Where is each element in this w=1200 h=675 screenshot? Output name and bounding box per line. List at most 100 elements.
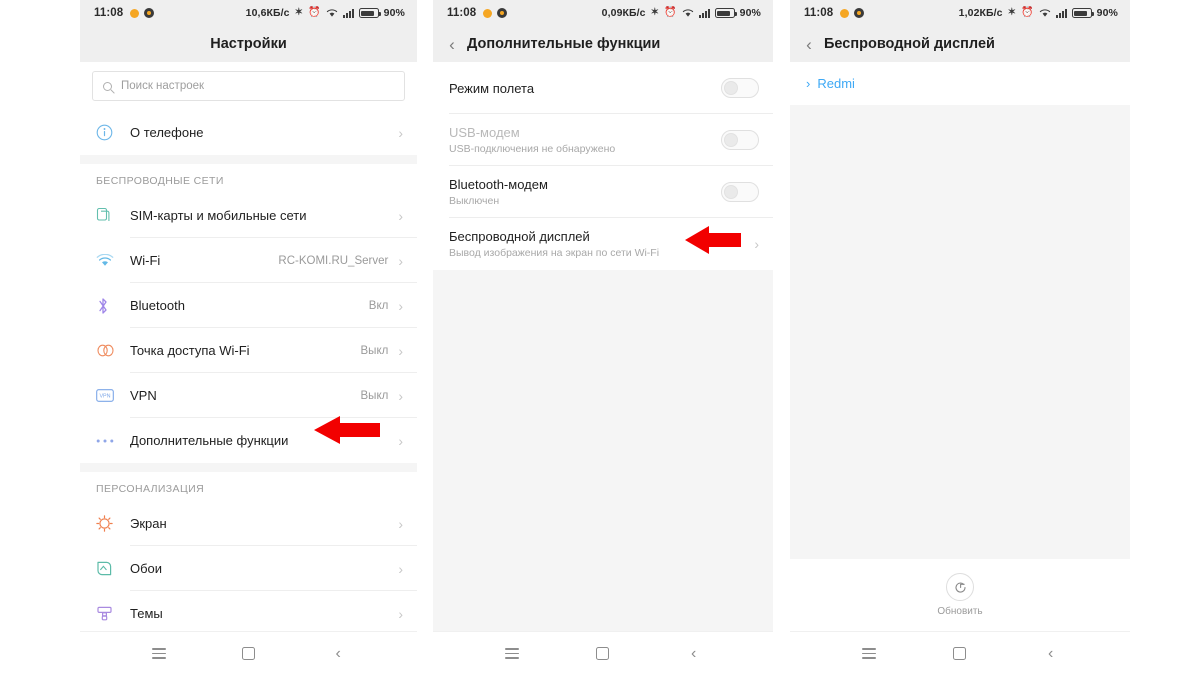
home-icon[interactable] (228, 639, 268, 669)
wifi-icon (682, 9, 693, 17)
menu-icon[interactable] (492, 639, 532, 669)
list-item-vpn[interactable]: VPN VPN Выкл › (80, 373, 417, 418)
status-left-icons (130, 8, 155, 18)
list-item-sublabel: Выключен (449, 195, 500, 207)
section-divider (80, 463, 417, 472)
row-text: Режим полета (449, 81, 721, 96)
list-item-label: Bluetooth (130, 298, 185, 313)
dark-dot-icon (497, 8, 508, 18)
list-item-airplane-mode[interactable]: Режим полета (433, 62, 773, 114)
navigation-bar: ‹ (80, 631, 417, 675)
alarm-icon: ⏰ (664, 7, 677, 18)
list-item-about-phone[interactable]: О телефоне › (80, 110, 417, 155)
battery-percent: 90% (383, 7, 405, 19)
status-bar: 11:08 10,6КБ/c ✶ ⏰ 90% (80, 0, 417, 26)
list-item-label: VPN (130, 388, 157, 403)
list-item-bluetooth[interactable]: Bluetooth Вкл › (80, 283, 417, 328)
back-button[interactable]: ‹ (433, 36, 467, 53)
status-time: 11:08 (94, 7, 124, 19)
list-item-value: Вкл (368, 299, 389, 312)
row-text: USB-модем USB-подключения не обнаружено (449, 125, 721, 155)
vpn-icon: VPN (96, 389, 130, 402)
back-icon[interactable]: ‹ (318, 639, 358, 669)
search-placeholder: Поиск настроек (121, 80, 205, 92)
bluetooth-icon: ✶ (1007, 7, 1017, 18)
section-header-wireless: БЕСПРОВОДНЫЕ СЕТИ (80, 164, 417, 193)
display-icon (96, 515, 130, 532)
row-text: Bluetooth-модем Выключен (449, 177, 721, 207)
svg-text:VPN: VPN (99, 394, 110, 400)
navigation-bar: ‹ (433, 631, 773, 675)
search-input[interactable]: Поиск настроек (92, 71, 405, 101)
alarm-icon: ⏰ (308, 7, 321, 18)
signal-icon (1055, 8, 1067, 18)
list-item-wifi[interactable]: Wi-Fi RC-KOMI.RU_Server › (80, 238, 417, 283)
status-time: 11:08 (804, 7, 834, 19)
more-options-icon (96, 438, 130, 444)
list-item-label: Точка доступа Wi-Fi (130, 343, 250, 358)
bluetooth-tethering-toggle[interactable] (721, 182, 759, 202)
list-item-bluetooth-tethering[interactable]: Bluetooth-модем Выключен (433, 166, 773, 218)
list-item-value: Выкл (360, 389, 389, 402)
status-net-speed: 0,09КБ/c (601, 7, 646, 19)
chevron-right-icon: › (398, 342, 403, 359)
list-item-display[interactable]: Экран › (80, 501, 417, 546)
status-time: 11:08 (447, 7, 477, 19)
list-item-hotspot[interactable]: Точка доступа Wi-Fi Выкл › (80, 328, 417, 373)
menu-icon[interactable] (849, 639, 889, 669)
chevron-right-icon: › (398, 515, 403, 532)
battery-icon (714, 8, 737, 18)
dark-dot-icon (144, 8, 155, 18)
orange-dot-icon (840, 8, 850, 18)
status-right-icons: 10,6КБ/c ✶ ⏰ 90% (246, 7, 405, 19)
signal-icon (342, 8, 354, 18)
status-net-speed: 1,02КБ/c (958, 7, 1003, 19)
alarm-icon: ⏰ (1021, 7, 1034, 18)
title-bar: ‹ Беспроводной дисплей (790, 26, 1130, 62)
phone-screen-additional-functions: 11:08 0,09КБ/c ✶ ⏰ 90% ‹ Дополнительные … (433, 0, 773, 675)
dark-dot-icon (854, 8, 865, 18)
chevron-right-icon: › (398, 207, 403, 224)
refresh-container[interactable]: Обновить (790, 559, 1130, 631)
search-icon (103, 81, 112, 91)
list-item-label: Wi-Fi (130, 253, 161, 268)
home-icon[interactable] (583, 639, 623, 669)
list-item-sublabel: USB-подключения не обнаружено (449, 143, 616, 155)
status-bar: 11:08 1,02КБ/c ✶ ⏰ 90% (790, 0, 1130, 26)
wifi-icon (96, 253, 130, 268)
menu-icon[interactable] (139, 639, 179, 669)
chevron-right-icon: › (398, 605, 403, 622)
airplane-mode-toggle[interactable] (721, 78, 759, 98)
home-icon[interactable] (940, 639, 980, 669)
status-right-icons: 1,02КБ/c ✶ ⏰ 90% (959, 7, 1118, 19)
device-scan-area (790, 105, 1130, 559)
list-item-wallpaper[interactable]: Обои › (80, 546, 417, 591)
list-item-usb-tethering[interactable]: USB-модем USB-подключения не обнаружено (433, 114, 773, 166)
section-header-personalization: ПЕРСОНАЛИЗАЦИЯ (80, 472, 417, 501)
page-title: Дополнительные функции (467, 36, 661, 52)
refresh-icon[interactable] (946, 573, 974, 601)
chevron-right-icon: › (398, 560, 403, 577)
page-title: Настройки (210, 36, 287, 52)
list-item-sim-cards[interactable]: SIM-карты и мобильные сети › (80, 193, 417, 238)
chevron-right-icon: › (398, 124, 403, 141)
usb-tethering-toggle[interactable] (721, 130, 759, 150)
list-item-themes[interactable]: Темы › (80, 591, 417, 631)
wifi-icon (1039, 9, 1050, 17)
back-icon[interactable]: ‹ (1031, 639, 1071, 669)
chevron-right-icon: › (398, 297, 403, 314)
list-item-device-redmi[interactable]: › Redmi (790, 62, 1130, 105)
refresh-label: Обновить (937, 606, 983, 617)
annotation-arrow-wireless-display (683, 225, 741, 255)
title-bar: ‹ Дополнительные функции (433, 26, 773, 62)
status-left-icons (840, 8, 865, 18)
orange-dot-icon (130, 8, 140, 18)
back-icon[interactable]: ‹ (674, 639, 714, 669)
phone-screen-wireless-display: 11:08 1,02КБ/c ✶ ⏰ 90% ‹ Беспроводной ди… (790, 0, 1130, 675)
settings-list: Поиск настроек О телефоне › БЕСПРОВОДНЫЕ… (80, 62, 417, 631)
title-bar: Настройки (80, 26, 417, 62)
list-item-label: Режим полета (449, 80, 535, 96)
back-button[interactable]: ‹ (790, 36, 824, 53)
annotation-arrow-additional-functions (312, 415, 380, 445)
chevron-right-icon: › (398, 387, 403, 404)
